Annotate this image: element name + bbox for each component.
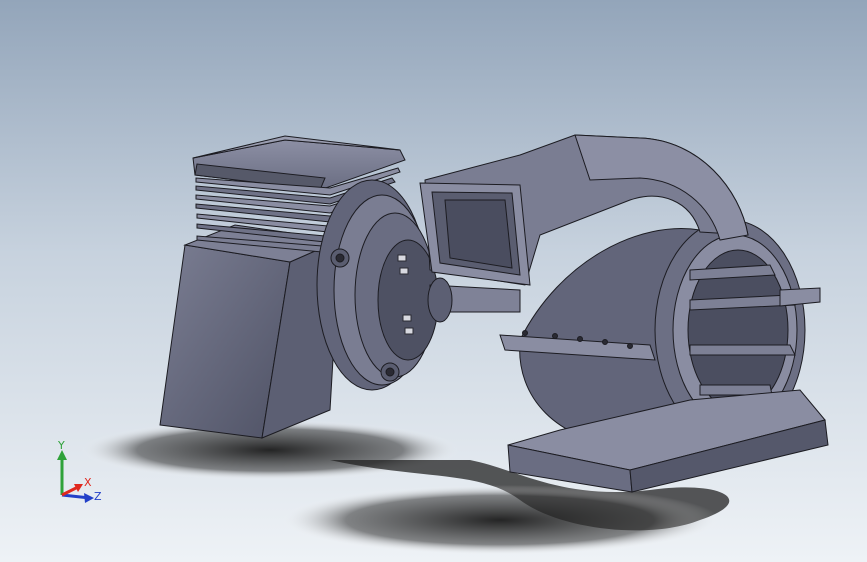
z-axis-label: Z [94, 490, 102, 503]
y-axis-label: Y [57, 440, 65, 452]
z-axis-arrow [84, 493, 94, 503]
graphics-viewport[interactable]: Y X Z [0, 0, 867, 562]
flange-disk [316, 179, 439, 391]
x-axis-label: X [84, 476, 92, 489]
cad-model-view[interactable] [0, 0, 867, 562]
axis-triad: Y X Z [48, 439, 108, 510]
drive-shaft [427, 277, 521, 323]
